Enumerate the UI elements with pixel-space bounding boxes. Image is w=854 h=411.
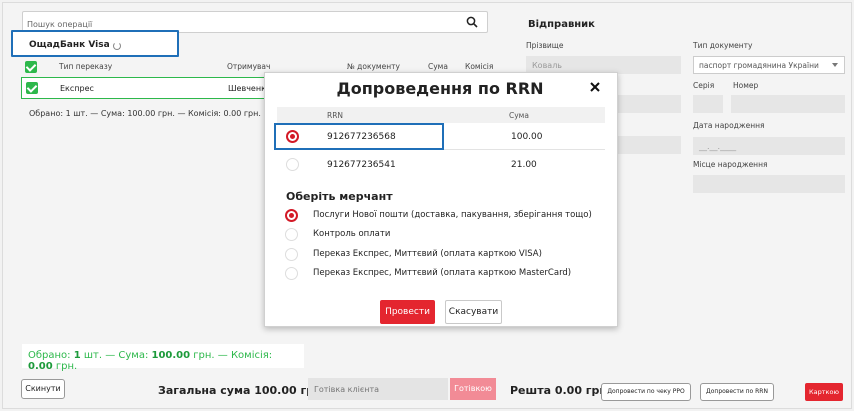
summary-sum: 100.00 bbox=[151, 350, 191, 361]
doc-type-label: Тип документу bbox=[693, 41, 753, 50]
rrn-modal: Допроведення по RRN RRN Сума 91267723656… bbox=[264, 72, 618, 327]
col-amount: Сума bbox=[428, 62, 448, 71]
rrn-sum: 21.00 bbox=[511, 160, 537, 170]
confirm-button[interactable]: Провести bbox=[380, 300, 435, 324]
merchant-radio-selected[interactable] bbox=[285, 209, 298, 222]
col-type: Тип переказу bbox=[59, 62, 113, 71]
rro-button[interactable]: Допровести по чеку РРО bbox=[601, 383, 691, 401]
card-button[interactable]: Карткою bbox=[805, 383, 843, 401]
rrn-sum: 100.00 bbox=[511, 132, 543, 142]
col-rrn: RRN bbox=[327, 111, 344, 120]
row-checkbox[interactable] bbox=[26, 82, 38, 94]
merchant-radio[interactable] bbox=[285, 248, 298, 261]
merchant-radio[interactable] bbox=[285, 228, 298, 241]
birth-date-field[interactable]: __.__.____ bbox=[693, 137, 845, 155]
summary-count: 1 bbox=[73, 350, 81, 361]
rrn-radio[interactable] bbox=[286, 158, 299, 171]
rrn-table-header: RRN Сума bbox=[277, 107, 605, 123]
cancel-button[interactable]: Скасувати bbox=[445, 300, 502, 324]
series-field[interactable] bbox=[693, 95, 723, 113]
birth-date-label: Дата народження bbox=[693, 121, 765, 130]
row-type: Експрес bbox=[60, 84, 94, 93]
summary-text: шт. — Сума: bbox=[80, 350, 152, 361]
loading-spinner-icon bbox=[113, 42, 121, 50]
col-sum: Сума bbox=[509, 111, 529, 120]
col-doc: № документу bbox=[347, 62, 400, 71]
summary-text: Обрано: bbox=[28, 350, 74, 361]
sender-title: Відправник bbox=[528, 19, 595, 30]
rrn-button[interactable]: Допровести по RRN bbox=[700, 383, 774, 401]
merchant-title: Оберіть мерчант bbox=[286, 190, 393, 203]
number-label: Номер bbox=[733, 81, 759, 90]
summary-text: грн. — Комісія: bbox=[190, 350, 273, 361]
merchant-option[interactable]: Контроль оплати bbox=[285, 228, 605, 242]
surname-label: Прізвище bbox=[526, 41, 564, 50]
birthplace-field[interactable] bbox=[693, 175, 845, 193]
col-recipient: Отримувач bbox=[227, 62, 271, 71]
birthplace-label: Місце народження bbox=[693, 160, 768, 169]
bank-tab-label: ОщадБанк Visa bbox=[29, 40, 110, 50]
merchant-label: Переказ Експрес, Миттєвий (оплата картко… bbox=[313, 268, 572, 278]
selection-highlight bbox=[274, 123, 444, 150]
close-icon[interactable] bbox=[589, 81, 601, 93]
rrn-value: 912677236541 bbox=[327, 160, 396, 170]
select-all-checkbox[interactable] bbox=[25, 61, 37, 73]
bank-tab[interactable]: ОщадБанк Visa bbox=[11, 30, 179, 57]
number-field[interactable] bbox=[731, 95, 845, 113]
merchant-option[interactable]: Переказ Експрес, Миттєвий (оплата картко… bbox=[285, 267, 605, 281]
summary-text: грн. bbox=[52, 361, 78, 372]
cash-button[interactable]: Готівкою bbox=[450, 378, 496, 400]
col-fee: Комісія bbox=[465, 62, 494, 71]
merchant-label: Переказ Експрес, Миттєвий (оплата картко… bbox=[313, 249, 542, 259]
merchant-option[interactable]: Переказ Експрес, Миттєвий (оплата картко… bbox=[285, 248, 605, 262]
series-label: Серія bbox=[693, 81, 715, 90]
merchant-option[interactable]: Послуги Нової пошти (доставка, пакування… bbox=[285, 209, 605, 223]
summary-fee: 0.00 bbox=[28, 361, 53, 372]
merchant-label: Послуги Нової пошти (доставка, пакування… bbox=[313, 210, 592, 220]
total-sum: Загальна сума 100.00 грн. bbox=[158, 384, 326, 397]
selection-summary-big: Обрано: 1 шт. — Сума: 100.00 грн. — Комі… bbox=[22, 344, 304, 372]
change-amount: Решта 0.00 грн bbox=[510, 384, 608, 397]
selection-summary: Обрано: 1 шт. — Сума: 100.00 грн. — Комі… bbox=[29, 109, 261, 118]
doc-type-select[interactable]: паспорт громадянина України bbox=[693, 56, 845, 74]
rrn-row[interactable]: 912677236541 21.00 bbox=[277, 151, 605, 178]
cash-input[interactable] bbox=[308, 378, 448, 400]
modal-title: Допроведення по RRN bbox=[336, 79, 544, 98]
merchant-radio[interactable] bbox=[285, 267, 298, 280]
reset-button[interactable]: Скинути bbox=[21, 379, 65, 399]
merchant-label: Контроль оплати bbox=[313, 229, 391, 239]
search-icon[interactable] bbox=[466, 16, 478, 28]
table-row[interactable]: Експрес Шевченко bbox=[21, 77, 291, 99]
